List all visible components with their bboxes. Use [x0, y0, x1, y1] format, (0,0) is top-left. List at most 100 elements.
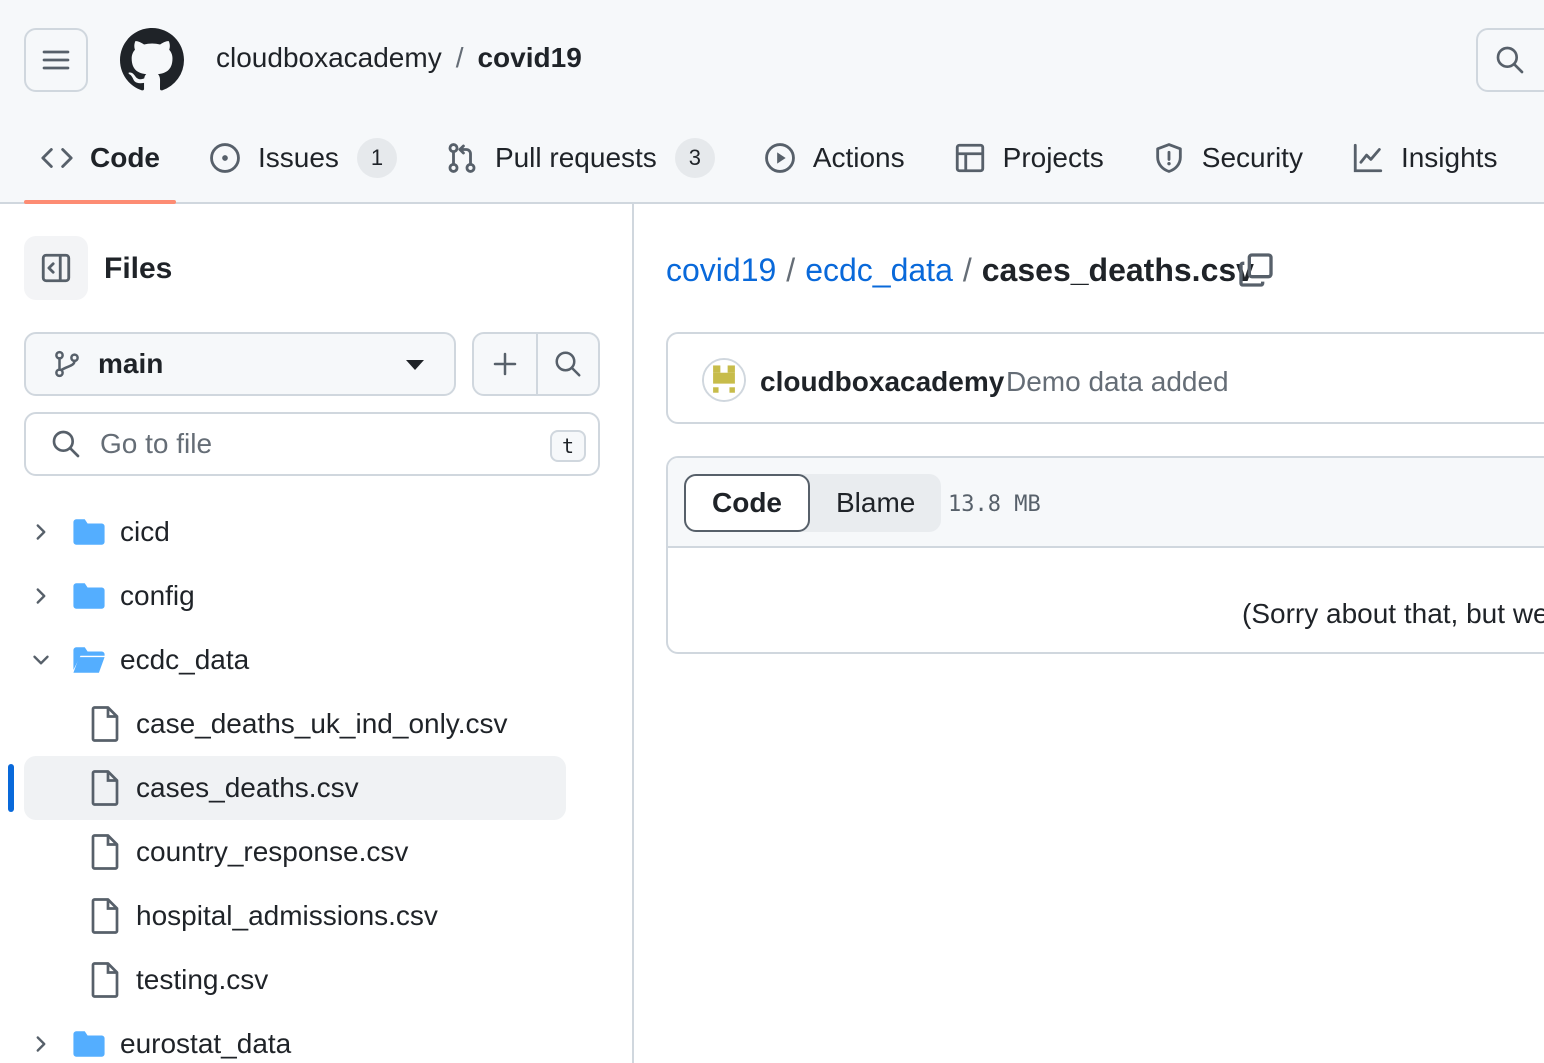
search-icon	[1496, 46, 1524, 74]
tree-folder-ecdc-data[interactable]: ecdc_data	[0, 628, 632, 692]
files-heading: Files	[104, 252, 173, 285]
tab-pull-requests[interactable]: Pull requests 3	[429, 126, 731, 190]
breadcrumb-repo-link[interactable]: covid19	[666, 252, 776, 289]
tab-code-label: Code	[90, 142, 160, 173]
tab-actions[interactable]: Actions	[747, 126, 921, 190]
branch-name: main	[98, 348, 164, 379]
repo-header: cloudboxacademy / covid19 Code Issues 1	[0, 0, 1544, 204]
file-too-large-message: (Sorry about that, but we	[1242, 598, 1544, 629]
chevron-right-icon[interactable]	[28, 583, 54, 609]
collapse-sidebar-button[interactable]	[24, 236, 88, 300]
tab-issues[interactable]: Issues 1	[192, 126, 413, 190]
blame-view-button[interactable]: Blame	[810, 474, 941, 532]
search-icon	[52, 430, 80, 458]
folder-open-icon	[73, 647, 105, 673]
plus-icon	[493, 352, 517, 376]
go-to-file-input[interactable]	[100, 428, 520, 460]
copy-path-icon[interactable]	[1236, 250, 1276, 290]
code-icon	[41, 148, 73, 168]
tree-item-label: ecdc_data	[120, 644, 250, 675]
file-content-box: Code Blame 13.8 MB (Sorry about that, bu…	[666, 456, 1544, 654]
tab-issues-label: Issues	[258, 142, 339, 173]
tree-item-label: config	[120, 580, 195, 611]
tab-insights[interactable]: Insights	[1335, 126, 1514, 190]
tree-folder-cicd[interactable]: cicd	[0, 500, 632, 564]
git-branch-icon	[55, 350, 79, 378]
tree-item-label: cases_deaths.csv	[136, 772, 359, 803]
chevron-right-icon[interactable]	[28, 1031, 54, 1057]
tree-file[interactable]: country_response.csv	[0, 820, 632, 884]
identicon-icon	[704, 360, 744, 400]
repo-path: cloudboxacademy / covid19	[216, 42, 582, 74]
file-header: Code Blame 13.8 MB	[668, 458, 1544, 548]
view-mode-toggle: Code Blame	[684, 474, 942, 532]
folder-icon	[73, 583, 105, 609]
graph-icon	[1353, 143, 1383, 173]
github-logo-icon[interactable]	[120, 28, 184, 92]
tab-security[interactable]: Security	[1136, 126, 1319, 190]
latest-commit-box: cloudboxacademy Demo data added	[666, 332, 1544, 424]
hamburger-icon	[42, 50, 70, 70]
folder-icon	[73, 519, 105, 545]
issues-count-badge: 1	[356, 138, 397, 178]
tree-file-selected[interactable]: cases_deaths.csv	[0, 756, 632, 820]
file-tree-sidebar: Files main t	[0, 204, 634, 1063]
chevron-down-icon[interactable]	[28, 647, 54, 673]
issue-opened-icon	[210, 143, 240, 173]
file-tools	[472, 332, 600, 396]
commit-message-link[interactable]: Demo data added	[1006, 366, 1229, 398]
keyboard-shortcut-hint: t	[550, 430, 586, 462]
go-to-file-field[interactable]: t	[24, 412, 600, 476]
tree-item-label: cicd	[120, 516, 170, 547]
repo-name-link[interactable]: covid19	[477, 42, 581, 74]
file-size: 13.8 MB	[948, 492, 1041, 517]
repo-owner-link[interactable]: cloudboxacademy	[216, 42, 442, 74]
play-icon	[764, 143, 795, 173]
tab-pull-requests-label: Pull requests	[494, 142, 657, 173]
tree-item-label: hospital_admissions.csv	[136, 900, 438, 931]
file-icon	[91, 706, 119, 742]
shield-icon	[1156, 143, 1182, 173]
menu-button[interactable]	[24, 28, 88, 92]
file-icon	[91, 834, 119, 870]
search-icon	[555, 351, 581, 377]
branch-selector[interactable]: main	[24, 332, 456, 396]
repo-path-separator: /	[455, 42, 464, 73]
tree-folder-config[interactable]: config	[0, 564, 632, 628]
tree-folder-eurostat-data[interactable]: eurostat_data	[0, 1012, 632, 1063]
repo-nav: Code Issues 1 Pull requests 3 Actions Pr…	[24, 126, 1529, 204]
search-code-button[interactable]	[535, 334, 598, 394]
file-icon	[91, 898, 119, 934]
tab-projects-label: Projects	[1002, 142, 1104, 173]
file-tree: cicd config ecdc_data case_deaths_uk_ind…	[0, 500, 632, 1063]
tab-security-label: Security	[1201, 142, 1303, 173]
pull-requests-count-badge: 3	[674, 138, 715, 178]
tab-projects[interactable]: Projects	[937, 126, 1120, 190]
tree-file[interactable]: hospital_admissions.csv	[0, 884, 632, 948]
breadcrumb-folder-link[interactable]: ecdc_data	[805, 252, 953, 289]
tree-file[interactable]: case_deaths_uk_ind_only.csv	[0, 692, 632, 756]
breadcrumb-current-file: cases_deaths.csv	[981, 252, 1254, 288]
file-icon	[91, 962, 119, 998]
avatar[interactable]	[702, 358, 746, 402]
tab-code[interactable]: Code	[24, 126, 176, 204]
file-breadcrumb: covid19 / ecdc_data / cases_deaths.csv	[666, 252, 1254, 289]
tree-item-label: testing.csv	[136, 964, 269, 995]
selection-indicator	[8, 764, 14, 812]
code-view-button[interactable]: Code	[684, 474, 810, 532]
file-icon	[91, 770, 119, 806]
global-search-button[interactable]	[1476, 28, 1544, 92]
tab-insights-label: Insights	[1400, 142, 1498, 173]
chevron-right-icon[interactable]	[28, 519, 54, 545]
add-file-button[interactable]	[474, 334, 536, 394]
chevron-down-icon	[406, 360, 424, 370]
git-pull-request-icon	[448, 143, 476, 173]
folder-icon	[73, 1031, 105, 1057]
tree-item-label: country_response.csv	[136, 836, 409, 867]
table-icon	[955, 143, 984, 173]
tree-item-label: eurostat_data	[120, 1028, 292, 1059]
sidebar-collapse-icon	[41, 253, 71, 283]
tree-file[interactable]: testing.csv	[0, 948, 632, 1012]
commit-author-link[interactable]: cloudboxacademy	[760, 366, 1004, 398]
tree-item-label: case_deaths_uk_ind_only.csv	[136, 708, 508, 739]
